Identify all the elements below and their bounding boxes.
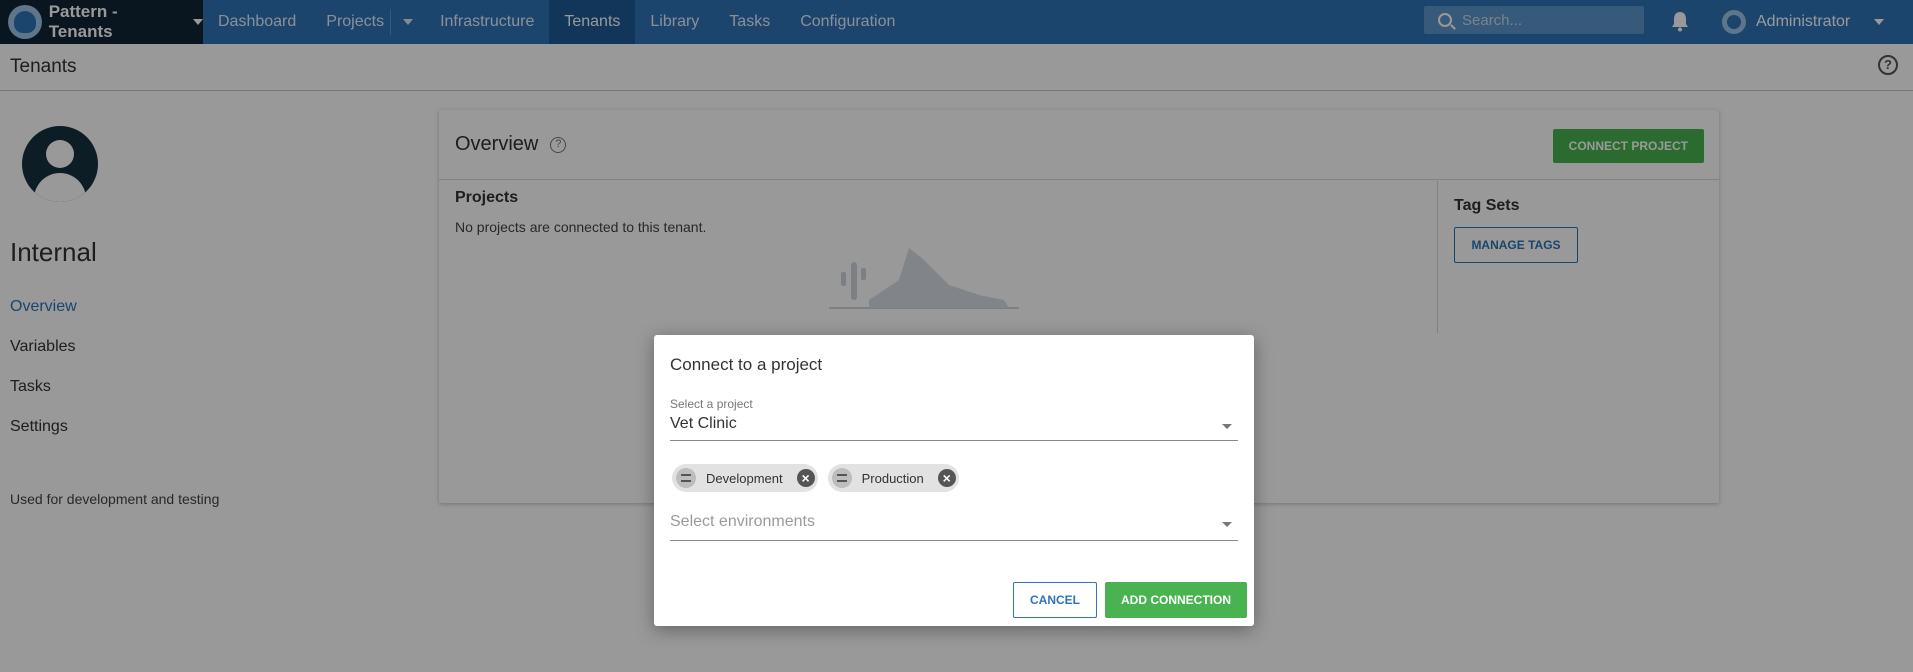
dropdown-arrow-icon: [1222, 522, 1232, 527]
environment-icon: [676, 468, 696, 488]
project-select-value: Vet Clinic: [670, 415, 737, 432]
add-connection-button[interactable]: ADD CONNECTION: [1105, 582, 1247, 618]
environments-select[interactable]: Select environments: [670, 513, 1238, 541]
chip-label: Development: [706, 470, 783, 486]
environment-icon: [831, 468, 852, 488]
dialog-title: Connect to a project: [670, 355, 823, 374]
environments-placeholder: Select environments: [670, 513, 815, 530]
project-select[interactable]: Vet Clinic: [670, 415, 1238, 441]
environment-chips: Development × Production ×: [672, 464, 969, 492]
remove-chip-icon[interactable]: ×: [937, 469, 956, 487]
environment-chip: Production ×: [827, 464, 959, 492]
connect-project-dialog: Connect to a project Select a project Ve…: [654, 335, 1254, 626]
dropdown-arrow-icon: [1222, 424, 1232, 429]
cancel-button[interactable]: CANCEL: [1013, 582, 1097, 618]
chip-label: Production: [861, 470, 924, 486]
remove-chip-icon[interactable]: ×: [796, 469, 815, 487]
project-field-label: Select a project: [670, 397, 753, 411]
environment-chip: Development ×: [672, 464, 818, 492]
